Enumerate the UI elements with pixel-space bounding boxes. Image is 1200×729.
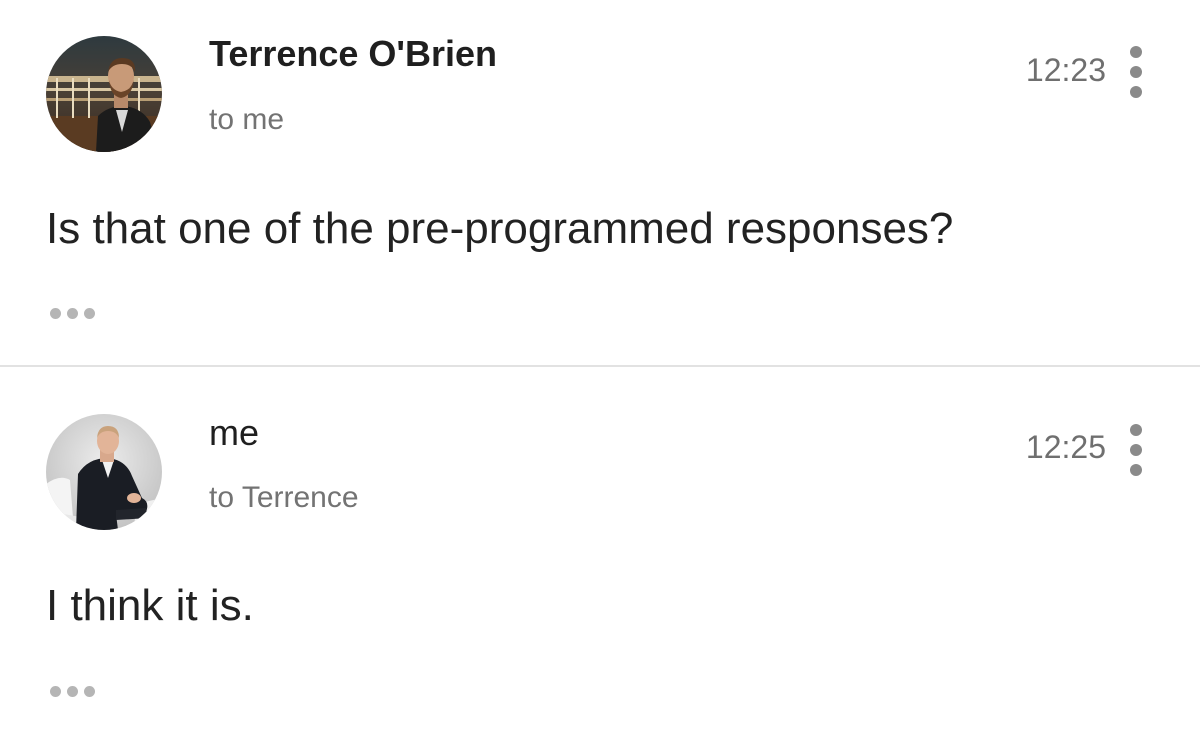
message-card: me to Terrence 12:25 I think it is. xyxy=(0,367,1200,729)
recipient-label[interactable]: to Terrence xyxy=(209,480,359,516)
avatar-photo-icon xyxy=(46,36,162,152)
avatar-photo-icon xyxy=(46,414,162,530)
ellipsis-expand-icon xyxy=(67,307,78,319)
ellipsis-expand-icon xyxy=(50,685,61,697)
email-thread: Terrence O'Brien to me 12:23 Is that one… xyxy=(0,0,1200,729)
recipient-label[interactable]: to me xyxy=(209,102,284,138)
ellipsis-expand-icon xyxy=(67,685,78,697)
dot xyxy=(1130,464,1142,476)
message-time: 12:25 xyxy=(1025,429,1106,465)
dot xyxy=(1130,46,1142,58)
show-trimmed-content-button[interactable] xyxy=(50,683,100,699)
ellipsis-expand-icon xyxy=(84,307,95,319)
sender-avatar[interactable] xyxy=(46,36,162,152)
dot xyxy=(1130,86,1142,98)
show-trimmed-content-button[interactable] xyxy=(50,305,100,321)
ellipsis-expand-icon xyxy=(84,685,95,697)
message-body: Is that one of the pre-programmed respon… xyxy=(46,204,954,253)
message-card: Terrence O'Brien to me 12:23 Is that one… xyxy=(0,0,1200,366)
sender-name: Terrence O'Brien xyxy=(209,33,497,74)
message-time: 12:23 xyxy=(1025,52,1106,88)
dot xyxy=(1130,444,1142,456)
sender-avatar[interactable] xyxy=(46,414,162,530)
sender-name: me xyxy=(209,412,260,453)
more-vert-icon[interactable] xyxy=(1122,46,1150,98)
ellipsis-expand-icon xyxy=(50,307,61,319)
dot xyxy=(1130,66,1142,78)
more-vert-icon[interactable] xyxy=(1122,424,1150,476)
message-body: I think it is. xyxy=(46,581,254,630)
dot xyxy=(1130,424,1142,436)
